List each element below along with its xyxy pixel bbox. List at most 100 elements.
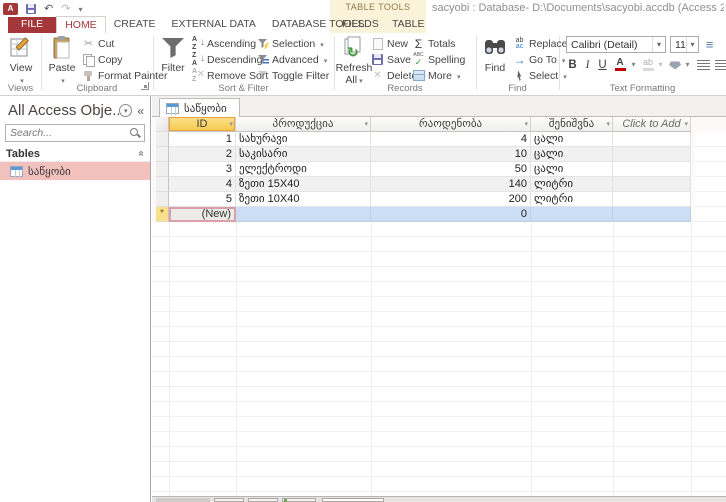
column-header-id[interactable]: ID ▾ <box>169 117 236 132</box>
cell-add[interactable] <box>613 177 691 192</box>
cell-id[interactable]: 5 <box>169 192 236 207</box>
font-name-dropdown-icon[interactable]: ▾ <box>652 37 665 52</box>
cell-product[interactable]: საკისარი <box>236 147 371 162</box>
cell-id[interactable]: 2 <box>169 147 236 162</box>
font-name-combo[interactable]: Calibri (Detail) ▾ <box>566 36 666 53</box>
highlight-button[interactable]: ab <box>641 56 655 73</box>
paste-button[interactable]: Paste <box>46 35 78 88</box>
select-button[interactable]: Select <box>513 68 567 83</box>
cell-note[interactable]: ცალი <box>531 132 613 147</box>
column-header-product[interactable]: პროდუქცია ▾ <box>236 117 371 132</box>
search-icon[interactable] <box>128 126 142 140</box>
undo-icon[interactable] <box>44 2 53 15</box>
record-nav-buttons-stub[interactable] <box>214 498 244 502</box>
record-selector[interactable] <box>156 132 169 147</box>
column-dropdown-icon[interactable]: ▾ <box>684 118 688 131</box>
customize-qat-icon[interactable] <box>78 3 82 15</box>
column-header-note[interactable]: შენიშვნა ▾ <box>531 117 613 132</box>
column-dropdown-icon[interactable]: ▾ <box>524 118 528 131</box>
new-record-note-cell[interactable] <box>531 207 613 222</box>
replace-button[interactable]: Replace <box>513 36 568 51</box>
cell-product[interactable]: ელექტროდი <box>236 162 371 177</box>
cell-id[interactable]: 1 <box>169 132 236 147</box>
cell-note[interactable]: ცალი <box>531 147 613 162</box>
record-selector[interactable] <box>156 162 169 177</box>
select-all-cell[interactable] <box>156 117 169 132</box>
search-input[interactable] <box>6 127 128 139</box>
tab-home[interactable]: HOME <box>56 16 106 33</box>
column-header-click-to-add[interactable]: Click to Add ▾ <box>613 117 691 132</box>
cell-quantity[interactable]: 4 <box>371 132 531 147</box>
align-left-button[interactable] <box>696 56 710 73</box>
align-center-button[interactable] <box>714 56 726 73</box>
font-size-dropdown-icon[interactable]: ▾ <box>685 37 698 52</box>
save-record-button[interactable]: Save <box>371 52 411 67</box>
view-button[interactable]: View <box>4 35 38 88</box>
collapse-group-icon[interactable]: » <box>136 151 147 157</box>
nav-pane-menu-icon[interactable]: ▾ <box>119 104 133 117</box>
tab-external-data[interactable]: EXTERNAL DATA <box>164 17 264 33</box>
record-selector[interactable] <box>156 192 169 207</box>
new-record-quantity-cell[interactable]: 0 <box>371 207 531 222</box>
cell-add[interactable] <box>613 132 691 147</box>
tab-fields[interactable]: FIELDS <box>334 17 387 30</box>
highlight-dropdown-icon[interactable]: ▾ <box>656 56 665 73</box>
column-dropdown-icon[interactable]: ▾ <box>606 118 610 131</box>
filter-indicator-stub[interactable] <box>282 498 316 502</box>
cell-quantity[interactable]: 10 <box>371 147 531 162</box>
format-painter-button[interactable]: Format Painter <box>82 68 167 83</box>
filter-button[interactable]: Filter <box>158 35 188 74</box>
cell-note[interactable]: ცალი <box>531 162 613 177</box>
find-button[interactable]: Find <box>481 35 509 74</box>
record-selector[interactable] <box>156 147 169 162</box>
cell-id[interactable]: 4 <box>169 177 236 192</box>
redo-icon[interactable] <box>61 2 70 15</box>
cell-product[interactable]: ზეთი 15X40 <box>236 177 371 192</box>
more-button[interactable]: More <box>412 68 460 83</box>
underline-button[interactable]: U <box>596 56 609 73</box>
sort-descending-button[interactable]: Z A ↓ Descending <box>191 52 262 67</box>
font-color-button[interactable]: A <box>613 56 627 73</box>
record-search-stub[interactable] <box>322 498 384 502</box>
advanced-filter-button[interactable]: Advanced <box>256 52 327 67</box>
cell-add[interactable] <box>613 147 691 162</box>
font-color-dropdown-icon[interactable]: ▾ <box>629 56 638 73</box>
collapse-pane-icon[interactable]: « <box>137 104 144 118</box>
tables-section-header[interactable]: Tables » <box>0 146 150 162</box>
bullets-button[interactable] <box>703 37 716 52</box>
new-record-id-cell[interactable]: (New) <box>169 207 236 222</box>
new-record-selector[interactable]: * <box>156 207 169 222</box>
cell-id[interactable]: 3 <box>169 162 236 177</box>
new-record-product-cell[interactable] <box>236 207 371 222</box>
cell-quantity[interactable]: 200 <box>371 192 531 207</box>
cell-note[interactable]: ლიტრი <box>531 177 613 192</box>
save-icon[interactable] <box>26 3 36 14</box>
selection-button[interactable]: Selection <box>256 36 324 51</box>
font-size-combo[interactable]: 11 ▾ <box>670 36 699 53</box>
totals-button[interactable]: Totals <box>412 36 455 51</box>
new-record-button[interactable]: New <box>371 36 408 51</box>
tab-table[interactable]: TABLE <box>384 17 432 30</box>
column-dropdown-icon[interactable]: ▾ <box>364 118 368 131</box>
spelling-button[interactable]: Spelling <box>412 52 465 67</box>
fill-color-button[interactable] <box>668 56 682 73</box>
nav-search-box[interactable] <box>5 124 145 142</box>
tab-create[interactable]: CREATE <box>106 17 164 33</box>
nav-item-sawyobi[interactable]: საწყობი <box>0 162 150 180</box>
cell-add[interactable] <box>613 162 691 177</box>
goto-button[interactable]: Go To <box>513 52 565 67</box>
tab-file[interactable]: FILE <box>8 17 57 33</box>
cell-product[interactable]: სახურავი <box>236 132 371 147</box>
document-tab-sawyobi[interactable]: საწყობი <box>159 98 240 117</box>
cell-quantity[interactable]: 140 <box>371 177 531 192</box>
sort-ascending-button[interactable]: A Z ↓ Ascending <box>191 36 256 51</box>
cell-note[interactable]: ლიტრი <box>531 192 613 207</box>
record-selector[interactable] <box>156 177 169 192</box>
cell-product[interactable]: ზეთი 10X40 <box>236 192 371 207</box>
cell-add[interactable] <box>613 192 691 207</box>
bold-button[interactable]: B <box>566 56 579 73</box>
italic-button[interactable]: I <box>581 56 594 73</box>
fill-color-dropdown-icon[interactable]: ▾ <box>683 56 692 73</box>
new-record-add-cell[interactable] <box>613 207 691 222</box>
toggle-filter-button[interactable]: Toggle Filter <box>256 68 329 83</box>
